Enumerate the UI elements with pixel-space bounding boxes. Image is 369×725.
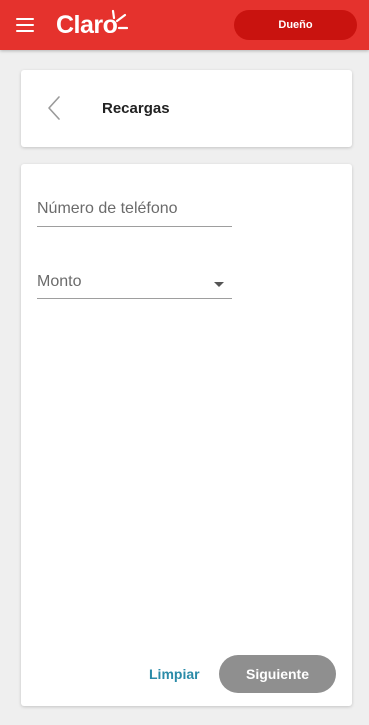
amount-placeholder: Monto [37,273,82,290]
role-button[interactable]: Dueño [234,10,357,40]
clear-button[interactable]: Limpiar [149,666,200,682]
amount-select[interactable]: Monto [37,267,232,299]
page-header-card: Recargas [21,70,352,147]
logo-rays-icon [111,9,128,30]
next-button[interactable]: Siguiente [219,655,336,693]
page-title: Recargas [102,100,170,117]
phone-number-placeholder: Número de teléfono [37,200,178,217]
dropdown-arrow-icon [214,282,224,287]
recharge-form-card: Número de teléfono Monto Limpiar Siguien… [21,164,352,706]
brand-name: Claro [56,11,118,39]
chevron-left-icon[interactable] [45,94,65,122]
hamburger-menu-icon[interactable] [16,18,34,32]
phone-number-field[interactable]: Número de teléfono [37,194,232,227]
app-header: Claro Dueño [0,0,369,50]
